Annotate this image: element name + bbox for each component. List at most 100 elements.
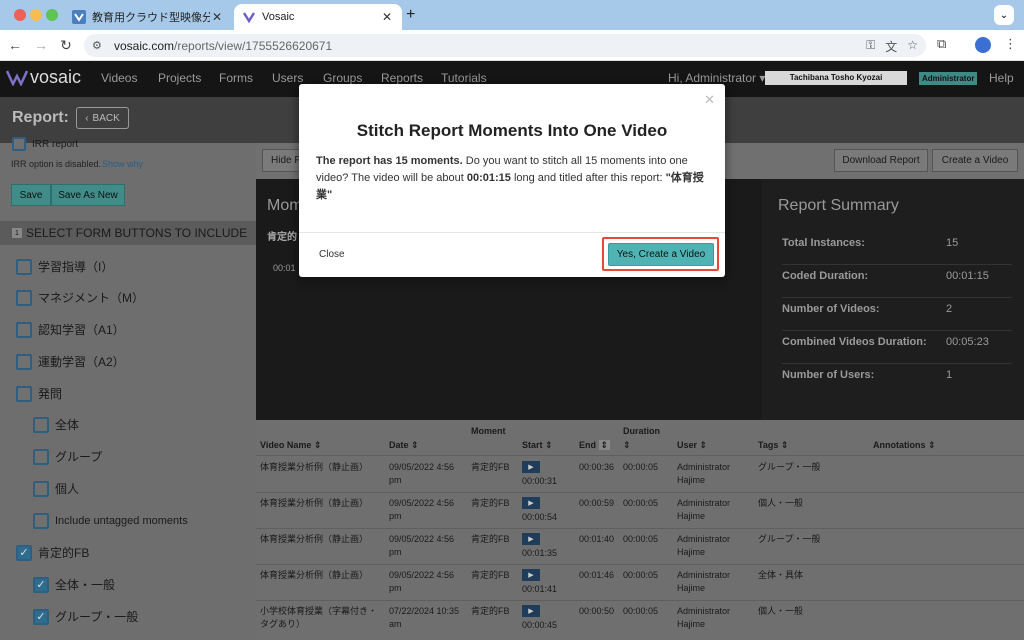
forward-arrow-icon[interactable]: → bbox=[32, 36, 50, 54]
create-video-button[interactable]: Create a Video bbox=[932, 149, 1018, 172]
nav-reports[interactable]: Reports bbox=[381, 71, 423, 85]
tab-vosaic-jp[interactable]: 教育用クラウド型映像分析ソフト ✕ bbox=[64, 4, 232, 30]
translate-icon[interactable]: 文 bbox=[885, 38, 897, 55]
header-start[interactable]: Start ⇕ bbox=[522, 440, 553, 451]
header-date[interactable]: Date ⇕ bbox=[389, 440, 419, 451]
tab-title: Vosaic bbox=[262, 11, 295, 23]
cell-user: Administrator bbox=[677, 570, 731, 580]
header-tags[interactable]: Tags ⇕ bbox=[758, 440, 788, 451]
header-duration-sort[interactable]: ⇕ bbox=[623, 440, 631, 451]
cell-moment: 肯定的FB bbox=[471, 498, 510, 508]
nav-groups[interactable]: Groups bbox=[323, 71, 362, 85]
checkbox-row[interactable]: ✓ 肯定的FB bbox=[16, 544, 89, 561]
checkbox[interactable] bbox=[16, 258, 32, 275]
play-icon[interactable]: ▶ bbox=[522, 461, 540, 473]
checkbox-row[interactable]: 全体 bbox=[33, 416, 79, 433]
sort-icon: ⇕ bbox=[598, 440, 611, 450]
site-info-icon[interactable]: ⚙ bbox=[92, 39, 108, 52]
checkbox-row[interactable]: 認知学習（A1） bbox=[16, 321, 125, 338]
key-icon[interactable]: ⚿ bbox=[866, 38, 875, 55]
header-end[interactable]: End ⇕ bbox=[579, 440, 611, 451]
row-divider bbox=[256, 528, 1024, 529]
cell-start: 00:00:45 bbox=[522, 620, 558, 630]
window-minimize-button[interactable] bbox=[30, 9, 42, 21]
checkbox-checked[interactable]: ✓ bbox=[33, 608, 49, 625]
vosaic-logo[interactable]: vosaic bbox=[6, 67, 81, 88]
checkbox-row[interactable]: ✓ 全体・一般 bbox=[33, 576, 115, 593]
irr-report-checkbox-row[interactable]: IRR report bbox=[12, 137, 78, 151]
nav-users[interactable]: Users bbox=[272, 71, 303, 85]
tab-search-chevron-icon[interactable]: ⌄ bbox=[994, 5, 1014, 25]
profile-avatar[interactable] bbox=[975, 37, 991, 53]
report-summary: Report Summary Total Instances: 15 Coded … bbox=[762, 179, 1024, 420]
section-header: 1 SELECT FORM BUTTONS TO INCLUDE bbox=[0, 221, 256, 245]
header-end-label: End bbox=[579, 440, 596, 450]
checkbox-row[interactable]: 学習指導（I） bbox=[16, 258, 113, 275]
report-sidebar: IRR report IRR option is disabled. Show … bbox=[0, 137, 256, 640]
checkbox-row[interactable]: 発問 bbox=[16, 385, 62, 402]
back-button[interactable]: ‹ BACK bbox=[76, 107, 129, 129]
address-bar[interactable]: ⚙ vosaic.com/reports/view/1755526620671 … bbox=[84, 34, 926, 57]
checkbox-label: 個人 bbox=[55, 482, 80, 496]
checkbox[interactable] bbox=[16, 353, 32, 370]
window-zoom-button[interactable] bbox=[46, 9, 58, 21]
moments-subtitle: 肯定的 bbox=[267, 232, 297, 243]
download-report-button[interactable]: Download Report bbox=[834, 149, 928, 172]
close-icon[interactable]: ✕ bbox=[210, 10, 224, 24]
checkbox-checked[interactable]: ✓ bbox=[33, 576, 49, 593]
modal-body: The report has 15 moments. Do you want t… bbox=[316, 153, 711, 204]
checkbox[interactable] bbox=[33, 448, 49, 465]
nav-projects[interactable]: Projects bbox=[158, 71, 201, 85]
checkbox-row[interactable]: 運動学習（A2） bbox=[16, 353, 125, 370]
bookmark-star-icon[interactable]: ☆ bbox=[907, 38, 918, 55]
confirm-create-video-button[interactable]: Yes, Create a Video bbox=[608, 243, 714, 266]
checkbox[interactable] bbox=[33, 416, 49, 433]
close-button[interactable]: Close bbox=[319, 249, 345, 260]
cell-moment: 肯定的FB bbox=[471, 462, 510, 472]
save-button[interactable]: Save bbox=[11, 184, 51, 206]
cell-video: 小学校体育授業（字幕付き・ bbox=[260, 606, 378, 616]
summary-title: Report Summary bbox=[778, 197, 899, 214]
close-icon[interactable]: ✕ bbox=[380, 10, 394, 24]
nav-videos[interactable]: Videos bbox=[101, 71, 137, 85]
back-label: BACK bbox=[92, 112, 120, 124]
checkbox-row[interactable]: 個人 bbox=[33, 480, 79, 497]
window-close-button[interactable] bbox=[14, 9, 26, 21]
tab-vosaic[interactable]: Vosaic ✕ bbox=[234, 4, 402, 30]
play-icon[interactable]: ▶ bbox=[522, 533, 540, 545]
new-tab-plus-icon[interactable]: + bbox=[406, 6, 415, 24]
close-icon[interactable]: ✕ bbox=[704, 92, 715, 108]
logo-text: vosaic bbox=[30, 67, 82, 87]
checkbox-row[interactable]: グループ bbox=[33, 448, 102, 465]
back-arrow-icon[interactable]: ← bbox=[6, 36, 24, 54]
header-user[interactable]: User ⇕ bbox=[677, 440, 707, 451]
checkbox-row[interactable]: マネジメント（M） bbox=[16, 289, 144, 306]
checkbox[interactable] bbox=[16, 289, 32, 306]
checkbox-row[interactable]: Include untagged moments bbox=[33, 513, 188, 529]
checkbox-label: マネジメント（M） bbox=[38, 291, 144, 305]
checkbox[interactable] bbox=[33, 513, 49, 529]
section-title: SELECT FORM BUTTONS TO INCLUDE bbox=[26, 226, 248, 240]
play-icon[interactable]: ▶ bbox=[522, 497, 540, 509]
nav-help[interactable]: Help bbox=[989, 71, 1014, 85]
checkbox[interactable] bbox=[16, 321, 32, 338]
play-icon[interactable]: ▶ bbox=[522, 605, 540, 617]
header-annotations[interactable]: Annotations ⇕ bbox=[873, 440, 936, 451]
checkbox[interactable] bbox=[33, 480, 49, 497]
checkbox[interactable] bbox=[16, 385, 32, 402]
save-as-new-button[interactable]: Save As New bbox=[51, 184, 125, 206]
play-icon[interactable]: ▶ bbox=[522, 569, 540, 581]
user-menu[interactable]: Hi, Administrator ▾ bbox=[668, 71, 765, 85]
checkbox[interactable] bbox=[12, 137, 26, 151]
browser-menu-icon[interactable]: ⋮ bbox=[1004, 36, 1017, 52]
show-why-link[interactable]: Show why bbox=[102, 159, 143, 169]
checkbox-checked[interactable]: ✓ bbox=[16, 544, 32, 561]
nav-tutorials[interactable]: Tutorials bbox=[441, 71, 487, 85]
reload-icon[interactable]: ↻ bbox=[57, 36, 75, 54]
moment-count-text: The report has 15 moments. bbox=[316, 155, 463, 167]
checkbox-label: 認知学習（A1） bbox=[38, 323, 125, 337]
nav-forms[interactable]: Forms bbox=[219, 71, 253, 85]
extensions-puzzle-icon[interactable]: ⧉ bbox=[937, 36, 946, 52]
checkbox-row[interactable]: ✓ グループ・一般 bbox=[33, 608, 138, 625]
header-video-name[interactable]: Video Name ⇕ bbox=[260, 440, 321, 451]
